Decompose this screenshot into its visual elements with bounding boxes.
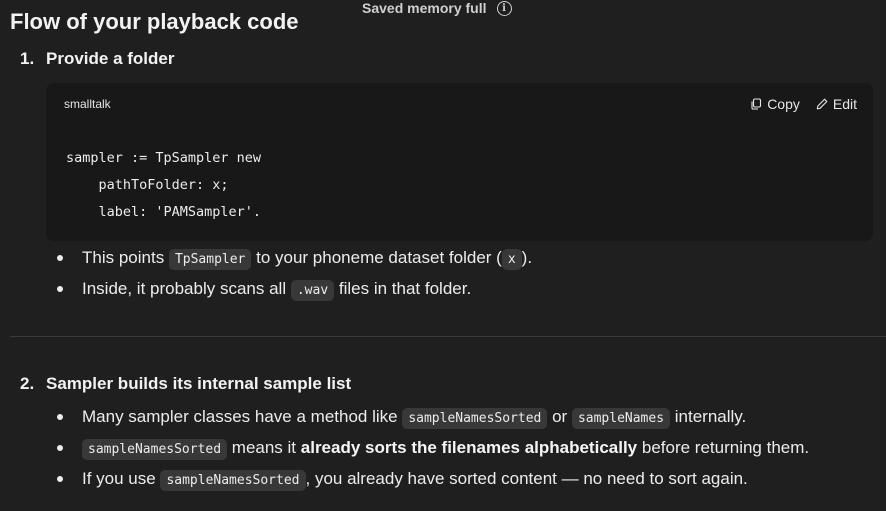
list-item: Inside, it probably scans all .wav files… [56, 273, 532, 304]
inline-code: sampleNamesSorted [160, 470, 306, 491]
code-line: label: 'PAMSampler'. [66, 204, 262, 220]
list-item: If you use sampleNamesSorted, you alread… [56, 463, 809, 494]
bold-text: already sorts the filenames alphabetical… [300, 438, 638, 457]
page-title: Flow of your playback code [10, 9, 299, 34]
inline-code: .wav [290, 280, 335, 301]
copy-button[interactable]: Copy [750, 96, 800, 112]
info-icon[interactable]: i [496, 0, 512, 16]
list-item: sampleNamesSorted means it already sorts… [56, 432, 809, 463]
code-content: sampler := TpSampler new pathToFolder: x… [66, 145, 261, 226]
inline-code: sampleNamesSorted [82, 439, 228, 460]
code-line: pathToFolder: x; [66, 177, 229, 193]
code-line: sampler := TpSampler new [66, 150, 262, 166]
memory-full-text: Saved memory full [362, 0, 487, 16]
step-1-bullet-list: This points TpSampler to your phoneme da… [56, 242, 532, 304]
list-item: This points TpSampler to your phoneme da… [56, 242, 532, 273]
inline-code: x [501, 249, 522, 270]
inline-code: sampleNames [571, 408, 671, 429]
section-divider [10, 336, 886, 337]
pencil-icon [816, 98, 828, 110]
code-block: smalltalk Copy Edit sampler := TpSampler… [46, 83, 873, 241]
copy-icon [751, 98, 762, 110]
list-item: Many sampler classes have a method like … [56, 401, 809, 432]
code-language-label: smalltalk [64, 97, 111, 111]
inline-code: sampleNamesSorted [402, 408, 548, 429]
step-1-heading: 1. Provide a folder [20, 49, 175, 68]
step-2-bullet-list: Many sampler classes have a method like … [56, 401, 809, 494]
edit-button[interactable]: Edit [816, 96, 857, 112]
memory-full-banner[interactable]: Saved memory full i [362, 0, 512, 16]
step-2-heading: 2. Sampler builds its internal sample lis… [20, 374, 352, 393]
inline-code: TpSampler [168, 249, 252, 270]
